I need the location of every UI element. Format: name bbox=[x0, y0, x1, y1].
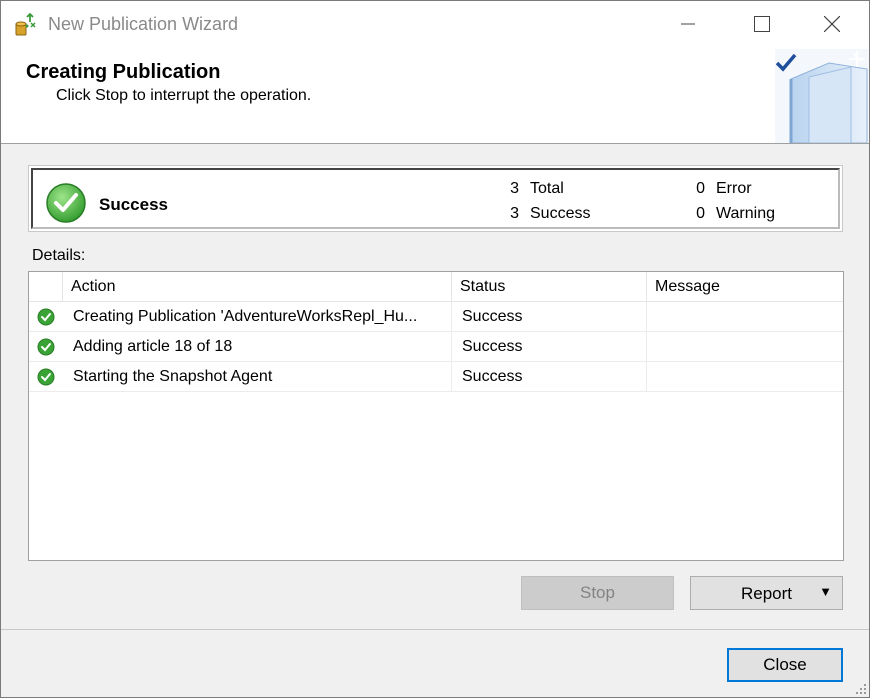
resize-grip-icon[interactable] bbox=[855, 683, 867, 695]
column-header-message[interactable]: Message bbox=[647, 272, 843, 302]
status-cell: Success bbox=[452, 302, 647, 332]
status-cell: Success bbox=[452, 332, 647, 362]
minimize-icon bbox=[681, 23, 695, 25]
grid-header: Action Status Message bbox=[29, 272, 843, 302]
error-label: Error bbox=[716, 180, 752, 197]
success-count: 3 bbox=[510, 205, 519, 222]
table-row[interactable]: Creating Publication 'AdventureWorksRepl… bbox=[29, 302, 843, 332]
close-window-button[interactable] bbox=[809, 1, 855, 47]
message-cell bbox=[647, 302, 843, 332]
warning-count: 0 bbox=[696, 205, 705, 222]
summary-panel: Success 3 Total 3 Success 0 Error 0 Warn… bbox=[28, 165, 843, 232]
maximize-button[interactable] bbox=[739, 1, 785, 47]
action-cell: Adding article 18 of 18 bbox=[63, 332, 452, 362]
close-button[interactable]: Close bbox=[727, 648, 843, 682]
report-button[interactable]: Report ▼ bbox=[690, 576, 843, 610]
warning-label: Warning bbox=[716, 205, 775, 222]
title-bar: New Publication Wizard bbox=[1, 1, 869, 49]
maximize-icon bbox=[754, 16, 770, 32]
success-check-icon bbox=[37, 368, 55, 386]
details-grid[interactable]: Action Status Message Creating Publicati… bbox=[28, 271, 844, 561]
column-header-status[interactable]: Status bbox=[452, 272, 647, 302]
page-title: Creating Publication bbox=[26, 61, 221, 83]
page-subtitle: Click Stop to interrupt the operation. bbox=[56, 87, 312, 104]
overall-status: Success bbox=[99, 195, 168, 214]
total-count: 3 bbox=[510, 180, 519, 197]
success-check-icon bbox=[37, 338, 55, 356]
wizard-header: Creating Publication Click Stop to inter… bbox=[1, 49, 869, 144]
column-header-action[interactable]: Action bbox=[63, 272, 452, 302]
status-cell: Success bbox=[452, 362, 647, 392]
success-check-icon bbox=[46, 183, 86, 223]
window-title: New Publication Wizard bbox=[48, 14, 239, 34]
book-checkmark-icon bbox=[775, 49, 869, 143]
success-label: Success bbox=[530, 205, 591, 222]
message-cell bbox=[647, 362, 843, 392]
details-label: Details: bbox=[32, 247, 86, 264]
total-label: Total bbox=[530, 180, 564, 197]
message-cell bbox=[647, 332, 843, 362]
dropdown-arrow-icon[interactable]: ▼ bbox=[819, 584, 832, 599]
footer-separator bbox=[1, 629, 869, 630]
error-count: 0 bbox=[696, 180, 705, 197]
publication-wizard-icon bbox=[15, 13, 36, 36]
table-row[interactable]: Adding article 18 of 18 Success bbox=[29, 332, 843, 362]
action-cell: Creating Publication 'AdventureWorksRepl… bbox=[63, 302, 452, 332]
table-row[interactable]: Starting the Snapshot Agent Success bbox=[29, 362, 843, 392]
stop-button[interactable]: Stop bbox=[521, 576, 674, 610]
column-header-icon bbox=[29, 272, 63, 302]
report-button-label: Report bbox=[741, 584, 793, 603]
wizard-window: New Publication Wizard Creating Publicat… bbox=[0, 0, 870, 698]
success-check-icon bbox=[37, 308, 55, 326]
close-icon bbox=[824, 16, 840, 32]
action-cell: Starting the Snapshot Agent bbox=[63, 362, 452, 392]
minimize-button[interactable] bbox=[665, 1, 711, 47]
